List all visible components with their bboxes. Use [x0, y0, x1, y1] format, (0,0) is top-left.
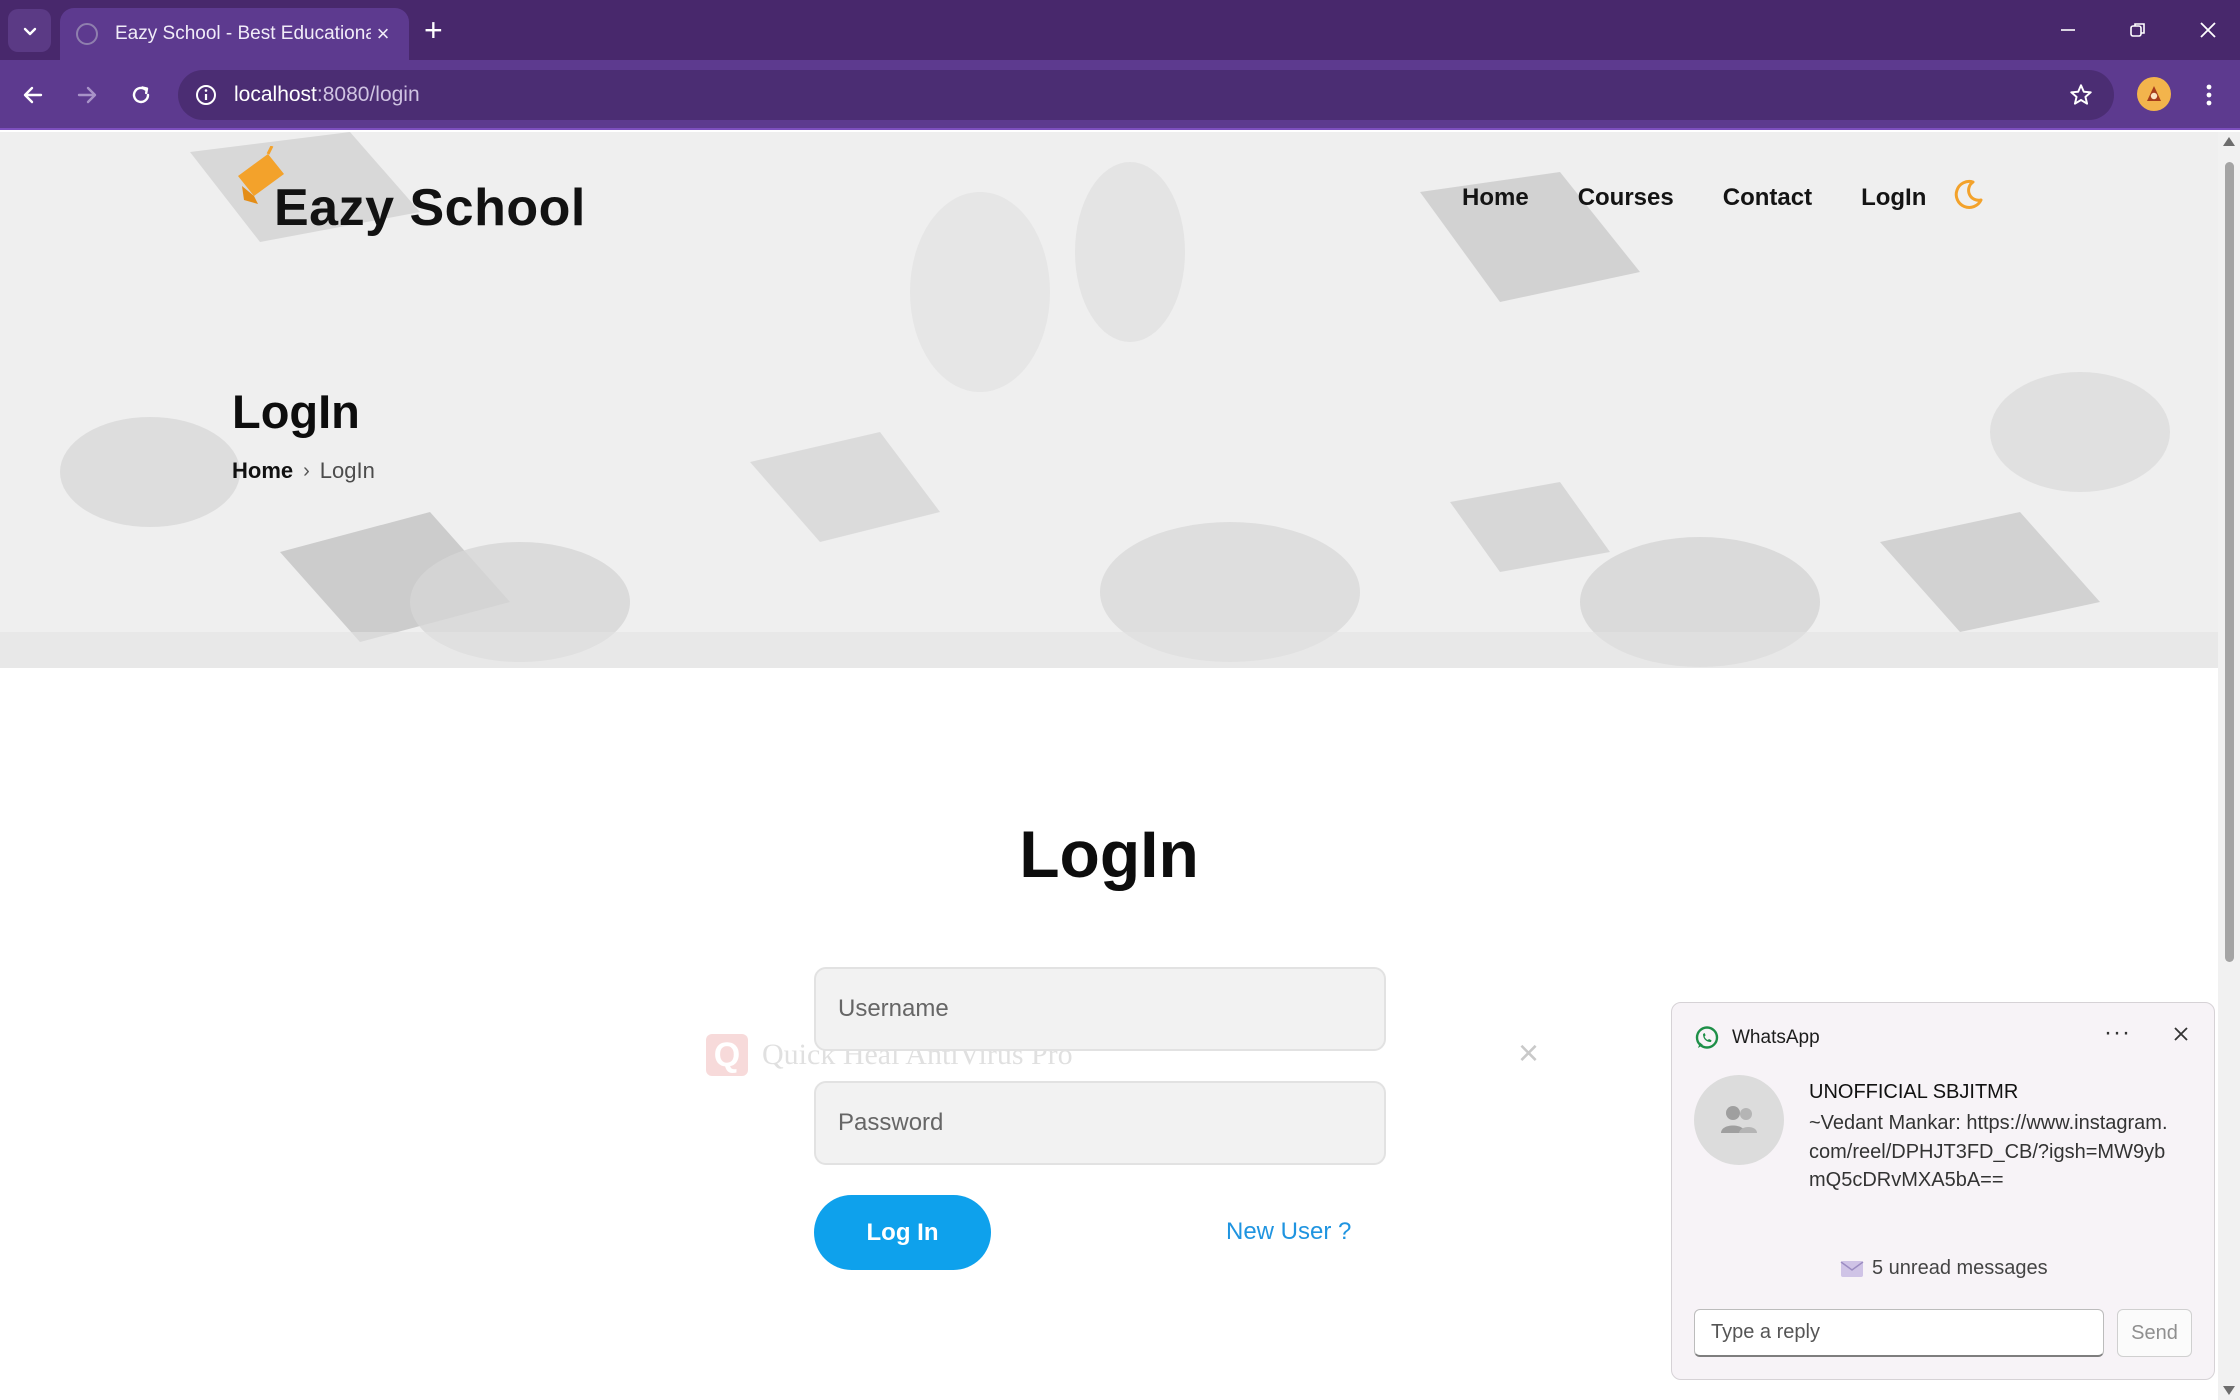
tab-search-icon [23, 27, 36, 35]
tab-close-button[interactable]: × [371, 21, 395, 47]
profile-avatar-art [2147, 86, 2161, 101]
reply-placeholder: Type a reply [1711, 1321, 1820, 1343]
notification-more-button[interactable]: ··· [2104, 1019, 2131, 1047]
address-bar[interactable]: localhost:8080/login [178, 70, 2114, 120]
mail-icon [1840, 1260, 1864, 1277]
new-user-link[interactable]: New User ? [1226, 1218, 1351, 1246]
antivirus-logo: Q [706, 1034, 748, 1076]
url-path: :8080/login [316, 83, 420, 106]
unread-count-text: 5 unread messages [1872, 1257, 2048, 1279]
breadcrumb-home[interactable]: Home [232, 458, 293, 484]
globe-icon [76, 23, 98, 45]
reload-icon [132, 86, 150, 104]
url-host: localhost [234, 83, 317, 106]
browser-titlebar: Eazy School - Best Educational I × + [0, 0, 2240, 60]
new-tab-button[interactable]: + [424, 14, 443, 46]
hero-title: LogIn [232, 385, 360, 438]
login-heading: LogIn [1019, 817, 1199, 891]
minimize-icon [2061, 29, 2075, 31]
moon-icon[interactable] [1951, 178, 1985, 212]
restore-icon [2130, 23, 2145, 37]
group-icon [1721, 1106, 1757, 1133]
nav-login[interactable]: LogIn [1861, 184, 1926, 212]
username-field[interactable]: Username [814, 967, 1386, 1051]
notification-sender: UNOFFICIAL SBJITMR [1809, 1081, 2019, 1103]
whatsapp-notification[interactable]: WhatsApp ··· UNOFFICIAL SBJITMR ~Vedant … [1671, 1002, 2215, 1380]
logo-text: Eazy School [274, 179, 586, 237]
close-icon[interactable] [2166, 1019, 2196, 1049]
profile-avatar-icon[interactable] [2137, 77, 2171, 111]
url-text[interactable]: localhost:8080/login [234, 83, 420, 107]
star-icon[interactable] [2068, 82, 2094, 108]
breadcrumb-current: LogIn [319, 458, 375, 483]
scroll-up-arrow[interactable] [2223, 137, 2235, 146]
info-icon[interactable] [194, 83, 218, 107]
notification-message: ~Vedant Mankar: https://www.instagram.co… [1809, 1112, 2168, 1191]
minimize-button[interactable] [2048, 12, 2088, 48]
main-navigation: Home Courses Contact LogIn [1462, 184, 1975, 212]
group-avatar [1694, 1075, 1784, 1165]
scroll-thumb[interactable] [2225, 162, 2234, 962]
nav-contact[interactable]: Contact [1723, 184, 1812, 212]
username-placeholder: Username [838, 995, 949, 1022]
window-close-icon [2200, 22, 2216, 38]
hero-banner: Eazy School Home Courses Contact LogIn L… [0, 132, 2218, 668]
tab-title: Eazy School - Best Educational I [115, 23, 371, 44]
notification-app-name: WhatsApp [1732, 1027, 1820, 1048]
forward-button[interactable] [68, 76, 106, 114]
send-button[interactable]: Send [2117, 1309, 2192, 1357]
page-scrollbar[interactable] [2218, 132, 2240, 1400]
browser-toolbar: localhost:8080/login [0, 60, 2240, 130]
reply-input[interactable]: Type a reply [1694, 1309, 2104, 1357]
menu-icon [2206, 84, 2212, 106]
notification-header: WhatsApp [1694, 1025, 1820, 1051]
breadcrumb-separator: › [303, 459, 310, 482]
forward-icon [77, 86, 97, 104]
login-button[interactable]: Log In [814, 1195, 991, 1270]
browser-menu-button[interactable] [2192, 76, 2226, 114]
restore-button[interactable] [2118, 12, 2158, 48]
whatsapp-icon [1695, 1026, 1719, 1049]
breadcrumb: Home › LogIn [232, 458, 375, 484]
back-icon [23, 86, 43, 104]
reload-button[interactable] [122, 76, 160, 114]
back-button[interactable] [14, 76, 52, 114]
browser-tab-active[interactable]: Eazy School - Best Educational I × [60, 8, 409, 60]
password-placeholder: Password [838, 1109, 944, 1136]
password-field[interactable]: Password [814, 1081, 1386, 1165]
nav-courses[interactable]: Courses [1578, 184, 1674, 212]
unread-messages: 5 unread messages [1840, 1257, 2048, 1280]
window-close-button[interactable] [2188, 12, 2228, 48]
watermark-close-icon[interactable]: × [1518, 1032, 1539, 1074]
nav-home[interactable]: Home [1462, 184, 1529, 212]
tab-search-button[interactable] [8, 9, 51, 52]
scroll-down-arrow[interactable] [2223, 1386, 2235, 1395]
